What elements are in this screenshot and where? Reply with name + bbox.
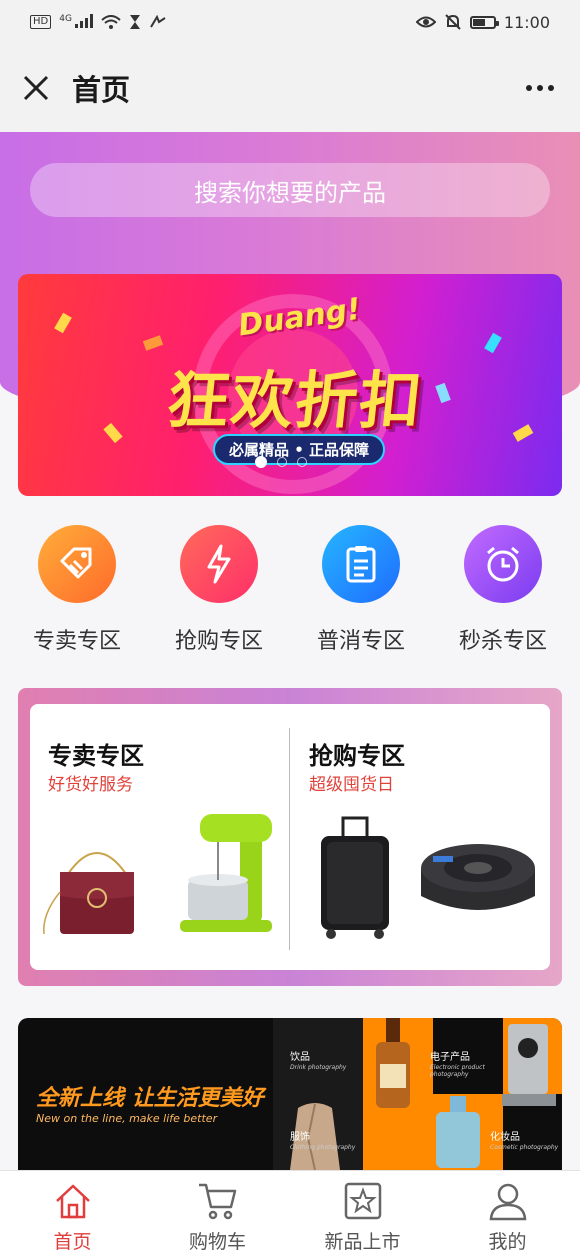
- category-label: 普消专区: [316, 629, 405, 654]
- hd-badge: HD: [30, 15, 52, 29]
- carousel-indicator: [255, 456, 307, 468]
- hourglass-icon: [130, 15, 141, 29]
- tab-home[interactable]: 首页: [0, 1171, 145, 1258]
- suitcase-image: [321, 816, 389, 939]
- promo-card: 专卖专区 好货好服务 抢购专区 超级囤货日: [30, 704, 550, 970]
- promo-subtitle: 超级囤货日: [309, 775, 394, 795]
- page-title: 首页: [72, 73, 131, 107]
- tab-label: 我的: [488, 1231, 527, 1253]
- status-right: 11:00: [415, 12, 550, 32]
- handbag-image: [43, 852, 134, 935]
- home-icon: [55, 1184, 90, 1219]
- confetti-shape: [435, 382, 451, 404]
- category-shortcuts: 专卖专区 抢购专区 普消专区 秒杀专区: [0, 525, 580, 665]
- category-label: 专卖专区: [32, 629, 121, 654]
- confetti-shape: [484, 332, 502, 354]
- category-icon-bg: [180, 525, 258, 603]
- more-options-button[interactable]: [520, 72, 560, 104]
- carousel-dot-active[interactable]: [255, 456, 267, 468]
- tab-label: 购物车: [188, 1231, 246, 1253]
- confetti-shape: [142, 335, 164, 351]
- star-badge-icon: [344, 1182, 381, 1220]
- eye-icon: [415, 16, 436, 28]
- search-placeholder: 搜索你想要的产品: [194, 178, 386, 207]
- whisky-bottle-image: [376, 1018, 410, 1108]
- search-input[interactable]: 搜索你想要的产品: [30, 163, 550, 217]
- tab-cart[interactable]: 购物车: [145, 1171, 290, 1258]
- tab-label: 首页: [53, 1231, 92, 1253]
- tab-mine[interactable]: 我的: [435, 1171, 580, 1258]
- mute-bell-icon: [445, 14, 461, 30]
- category-icon-bg: [38, 525, 116, 603]
- status-bar: HD 4G 11:00: [0, 0, 580, 44]
- tile-sublabel: Drink photography: [290, 1064, 347, 1071]
- close-button[interactable]: [20, 72, 52, 104]
- category-label: 秒杀专区: [458, 629, 547, 654]
- clipboard-icon: [346, 546, 376, 583]
- confetti-shape: [103, 422, 123, 444]
- tile-sublabel: Clothing photography: [290, 1144, 356, 1151]
- category-icon-bg: [322, 525, 400, 603]
- carousel-dot[interactable]: [297, 457, 307, 467]
- promo-divider: [289, 728, 290, 950]
- tile-label: 电子产品: [430, 1052, 470, 1063]
- category-icon-bg: [464, 525, 542, 603]
- app-notification-icon: [150, 15, 166, 28]
- tab-new-arrivals[interactable]: 新品上市: [290, 1171, 435, 1258]
- promo-flash-zone[interactable]: 抢购专区 超级囤货日: [291, 704, 550, 970]
- user-icon: [489, 1183, 526, 1221]
- stand-mixer-image: [180, 814, 272, 932]
- tile-label: 服饰: [290, 1132, 310, 1143]
- cart-icon: [198, 1183, 236, 1220]
- battery-icon: [469, 15, 499, 29]
- promo-exclusive-zone[interactable]: 专卖专区 好货好服务: [30, 704, 289, 970]
- category-item-flash-buy[interactable]: 抢购专区: [159, 525, 279, 665]
- category-item-general[interactable]: 普消专区: [301, 525, 421, 665]
- tag-icon: [60, 547, 92, 579]
- category-item-seckill[interactable]: 秒杀专区: [443, 525, 563, 665]
- signal-icon: 4G: [59, 14, 94, 30]
- close-icon: [23, 75, 49, 101]
- wifi-icon: [101, 15, 122, 29]
- tile-sublabel: Electronic product photography: [430, 1064, 485, 1078]
- promo-title: 专卖专区: [48, 742, 144, 770]
- tile-label: 化妆品: [490, 1132, 520, 1143]
- nav-bar: 首页: [0, 44, 580, 132]
- tab-label: 新品上市: [324, 1231, 401, 1253]
- promo-section: 专卖专区 好货好服务 抢购专区 超级囤货日: [18, 688, 562, 986]
- tile-sublabel: Cosmetic photography: [490, 1144, 559, 1151]
- confetti-shape: [54, 312, 72, 334]
- coffee-machine-image: [502, 1024, 556, 1106]
- category-label: 抢购专区: [174, 629, 263, 654]
- promo-subtitle: 好货好服务: [48, 775, 133, 795]
- status-left: HD 4G: [30, 14, 167, 30]
- banner-headline: 狂欢折扣: [163, 364, 428, 437]
- network-type: 4G: [59, 14, 72, 24]
- clock-time: 11:00: [503, 12, 550, 32]
- banner2-subtitle: New on the line, make life better: [36, 1112, 218, 1125]
- banner2-slogan: 全新上线 让生活更美好: [36, 1086, 264, 1111]
- tile-label: 饮品: [290, 1052, 310, 1063]
- induction-cooker-image: [421, 844, 535, 910]
- lightning-icon: [207, 544, 231, 584]
- promo-title: 抢购专区: [309, 742, 405, 770]
- alarm-clock-icon: [487, 546, 519, 582]
- confetti-shape: [512, 424, 534, 442]
- perfume-bottle-image: [436, 1096, 480, 1168]
- new-arrivals-banner[interactable]: 全新上线 让生活更美好 New on the line, make life b…: [18, 1018, 562, 1170]
- bottom-tab-bar: 首页 购物车 新品上市 我的: [0, 1170, 580, 1258]
- category-item-exclusive[interactable]: 专卖专区: [17, 525, 137, 665]
- carousel-dot[interactable]: [277, 457, 287, 467]
